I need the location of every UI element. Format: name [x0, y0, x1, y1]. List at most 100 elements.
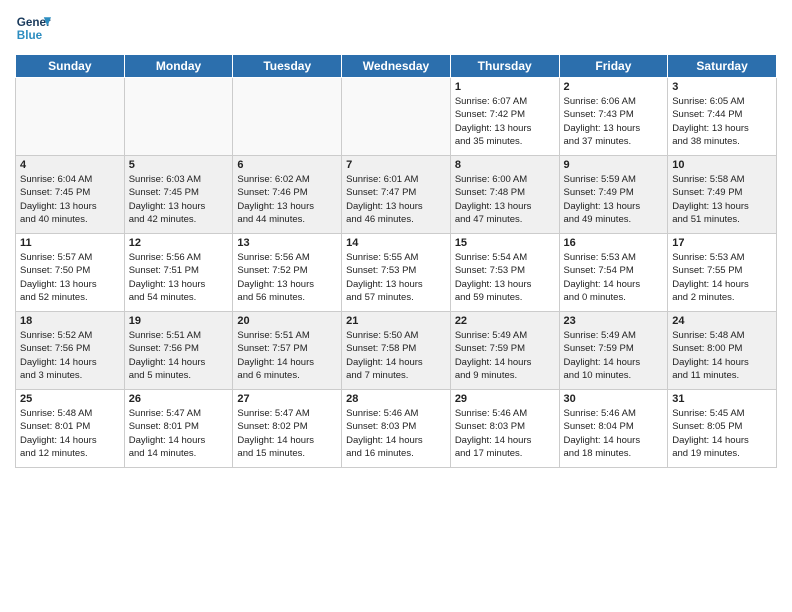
- cell-line: Sunrise: 5:46 AM: [346, 407, 446, 420]
- cell-line: and 38 minutes.: [672, 135, 772, 148]
- day-number: 5: [129, 159, 229, 171]
- cell-line: Sunrise: 6:05 AM: [672, 95, 772, 108]
- cell-line: and 44 minutes.: [237, 213, 337, 226]
- cell-line: and 17 minutes.: [455, 447, 555, 460]
- calendar-cell: 18 Sunrise: 5:52 AMSunset: 7:56 PMDayligh…: [16, 312, 125, 390]
- cell-line: Sunset: 7:56 PM: [129, 342, 229, 355]
- cell-line: and 47 minutes.: [455, 213, 555, 226]
- day-number: 27: [237, 393, 337, 405]
- calendar-cell: [124, 78, 233, 156]
- day-number: 17: [672, 237, 772, 249]
- day-number: 2: [564, 81, 664, 93]
- cell-line: and 12 minutes.: [20, 447, 120, 460]
- cell-line: Sunrise: 5:48 AM: [672, 329, 772, 342]
- cell-line: Daylight: 13 hours: [129, 200, 229, 213]
- cell-line: Sunrise: 6:03 AM: [129, 173, 229, 186]
- calendar-cell: 3Sunrise: 6:05 AMSunset: 7:44 PMDaylight…: [668, 78, 777, 156]
- cell-line: Daylight: 14 hours: [672, 434, 772, 447]
- day-number: 1: [455, 81, 555, 93]
- cell-line: Daylight: 13 hours: [455, 278, 555, 291]
- cell-line: Daylight: 13 hours: [20, 278, 120, 291]
- day-number: 9: [564, 159, 664, 171]
- cell-line: Daylight: 13 hours: [346, 200, 446, 213]
- calendar-cell: 31Sunrise: 5:45 AMSunset: 8:05 PMDayligh…: [668, 390, 777, 468]
- day-number: 4: [20, 159, 120, 171]
- calendar-cell: 1Sunrise: 6:07 AMSunset: 7:42 PMDaylight…: [450, 78, 559, 156]
- week-row-2: 4Sunrise: 6:04 AMSunset: 7:45 PMDaylight…: [16, 156, 777, 234]
- day-number: 10: [672, 159, 772, 171]
- calendar-cell: 4Sunrise: 6:04 AMSunset: 7:45 PMDaylight…: [16, 156, 125, 234]
- day-header-tuesday: Tuesday: [233, 55, 342, 78]
- cell-line: and 19 minutes.: [672, 447, 772, 460]
- cell-line: Sunset: 7:49 PM: [672, 186, 772, 199]
- cell-line: Sunrise: 6:04 AM: [20, 173, 120, 186]
- cell-line: Daylight: 14 hours: [672, 356, 772, 369]
- day-number: 7: [346, 159, 446, 171]
- calendar-table: SundayMondayTuesdayWednesdayThursdayFrid…: [15, 54, 777, 468]
- cell-line: Sunset: 8:00 PM: [672, 342, 772, 355]
- cell-line: and 54 minutes.: [129, 291, 229, 304]
- cell-line: Sunrise: 5:55 AM: [346, 251, 446, 264]
- day-number: 30: [564, 393, 664, 405]
- cell-line: Sunset: 8:01 PM: [20, 420, 120, 433]
- calendar-cell: 25Sunrise: 5:48 AMSunset: 8:01 PMDayligh…: [16, 390, 125, 468]
- cell-line: Sunset: 7:55 PM: [672, 264, 772, 277]
- cell-line: and 42 minutes.: [129, 213, 229, 226]
- cell-line: Sunset: 7:43 PM: [564, 108, 664, 121]
- cell-line: and 18 minutes.: [564, 447, 664, 460]
- calendar-cell: 6Sunrise: 6:02 AMSunset: 7:46 PMDaylight…: [233, 156, 342, 234]
- cell-line: Sunrise: 5:52 AM: [20, 329, 120, 342]
- calendar-cell: [233, 78, 342, 156]
- cell-line: Daylight: 14 hours: [237, 434, 337, 447]
- cell-line: Daylight: 14 hours: [20, 356, 120, 369]
- day-number: 12: [129, 237, 229, 249]
- cell-line: Daylight: 13 hours: [672, 200, 772, 213]
- cell-line: Sunset: 7:56 PM: [20, 342, 120, 355]
- day-number: 29: [455, 393, 555, 405]
- day-number: 31: [672, 393, 772, 405]
- day-header-sunday: Sunday: [16, 55, 125, 78]
- calendar-cell: 28Sunrise: 5:46 AMSunset: 8:03 PMDayligh…: [342, 390, 451, 468]
- cell-line: Sunset: 7:45 PM: [20, 186, 120, 199]
- day-number: 22: [455, 315, 555, 327]
- cell-line: Sunrise: 6:06 AM: [564, 95, 664, 108]
- cell-line: Sunset: 7:44 PM: [672, 108, 772, 121]
- cell-line: and 0 minutes.: [564, 291, 664, 304]
- cell-line: Sunrise: 5:51 AM: [129, 329, 229, 342]
- calendar-cell: 19Sunrise: 5:51 AMSunset: 7:56 PMDayligh…: [124, 312, 233, 390]
- cell-line: Sunrise: 5:53 AM: [672, 251, 772, 264]
- calendar-cell: [16, 78, 125, 156]
- calendar-cell: 13Sunrise: 5:56 AMSunset: 7:52 PMDayligh…: [233, 234, 342, 312]
- calendar-cell: 29Sunrise: 5:46 AMSunset: 8:03 PMDayligh…: [450, 390, 559, 468]
- calendar-cell: 9Sunrise: 5:59 AMSunset: 7:49 PMDaylight…: [559, 156, 668, 234]
- cell-line: Sunrise: 6:02 AM: [237, 173, 337, 186]
- day-number: 3: [672, 81, 772, 93]
- day-number: 18: [20, 315, 120, 327]
- cell-line: and 46 minutes.: [346, 213, 446, 226]
- cell-line: and 57 minutes.: [346, 291, 446, 304]
- calendar-cell: 2Sunrise: 6:06 AMSunset: 7:43 PMDaylight…: [559, 78, 668, 156]
- cell-line: and 2 minutes.: [672, 291, 772, 304]
- cell-line: Sunset: 7:42 PM: [455, 108, 555, 121]
- cell-line: and 59 minutes.: [455, 291, 555, 304]
- day-number: 16: [564, 237, 664, 249]
- cell-line: Daylight: 14 hours: [346, 356, 446, 369]
- day-number: 28: [346, 393, 446, 405]
- week-row-3: 11Sunrise: 5:57 AMSunset: 7:50 PMDayligh…: [16, 234, 777, 312]
- calendar-cell: [342, 78, 451, 156]
- cell-line: Sunset: 8:02 PM: [237, 420, 337, 433]
- calendar-cell: 7Sunrise: 6:01 AMSunset: 7:47 PMDaylight…: [342, 156, 451, 234]
- cell-line: Sunset: 8:03 PM: [455, 420, 555, 433]
- calendar-cell: 30Sunrise: 5:46 AMSunset: 8:04 PMDayligh…: [559, 390, 668, 468]
- cell-line: Sunset: 7:53 PM: [455, 264, 555, 277]
- day-number: 8: [455, 159, 555, 171]
- cell-line: Sunset: 7:45 PM: [129, 186, 229, 199]
- week-row-1: 1Sunrise: 6:07 AMSunset: 7:42 PMDaylight…: [16, 78, 777, 156]
- day-number: 24: [672, 315, 772, 327]
- cell-line: and 37 minutes.: [564, 135, 664, 148]
- cell-line: Sunrise: 5:48 AM: [20, 407, 120, 420]
- cell-line: Sunrise: 5:46 AM: [564, 407, 664, 420]
- cell-line: Sunset: 8:03 PM: [346, 420, 446, 433]
- logo: General Blue: [15, 10, 51, 46]
- cell-line: Daylight: 13 hours: [455, 200, 555, 213]
